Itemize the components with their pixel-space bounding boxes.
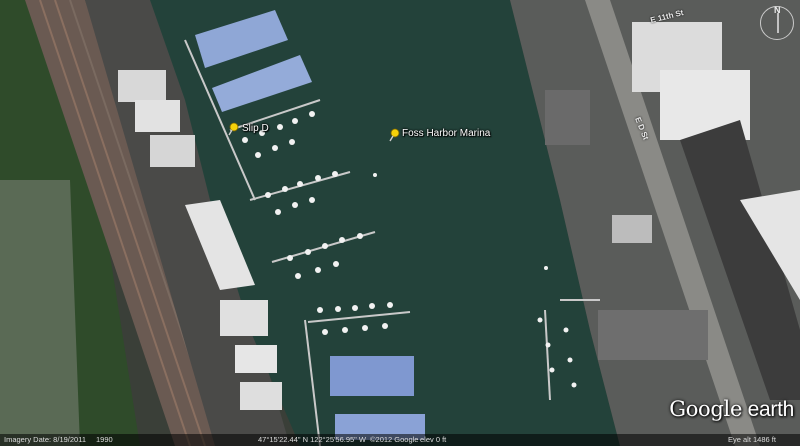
- satellite-map-view[interactable]: E 11th St E D St Slip D Foss Harbor Mari…: [0, 0, 800, 446]
- coordinates-readout: 47°15'22.44" N 122°25'56.95" W: [258, 435, 367, 444]
- elevation-readout: elev 0 ft: [420, 435, 447, 444]
- placemark-label-slip-d[interactable]: Slip D: [242, 123, 269, 135]
- eye-altitude-readout: Eye alt 1486 ft: [728, 435, 776, 444]
- placemark-label-foss-harbor-marina[interactable]: Foss Harbor Marina: [402, 128, 490, 140]
- yellow-pushpin-icon[interactable]: [389, 128, 401, 142]
- aerial-imagery: [0, 0, 800, 446]
- compass-icon[interactable]: N: [760, 5, 794, 40]
- google-earth-logo: Google earth: [669, 397, 794, 421]
- imagery-date: Imagery Date: 8/19/2011: [4, 435, 86, 444]
- imagery-year: 1990: [96, 435, 113, 444]
- yellow-pushpin-icon[interactable]: [228, 122, 240, 136]
- status-bar: Imagery Date: 8/19/2011 1990 ©2012 Googl…: [0, 434, 800, 446]
- copyright: ©2012 Google: [370, 435, 419, 444]
